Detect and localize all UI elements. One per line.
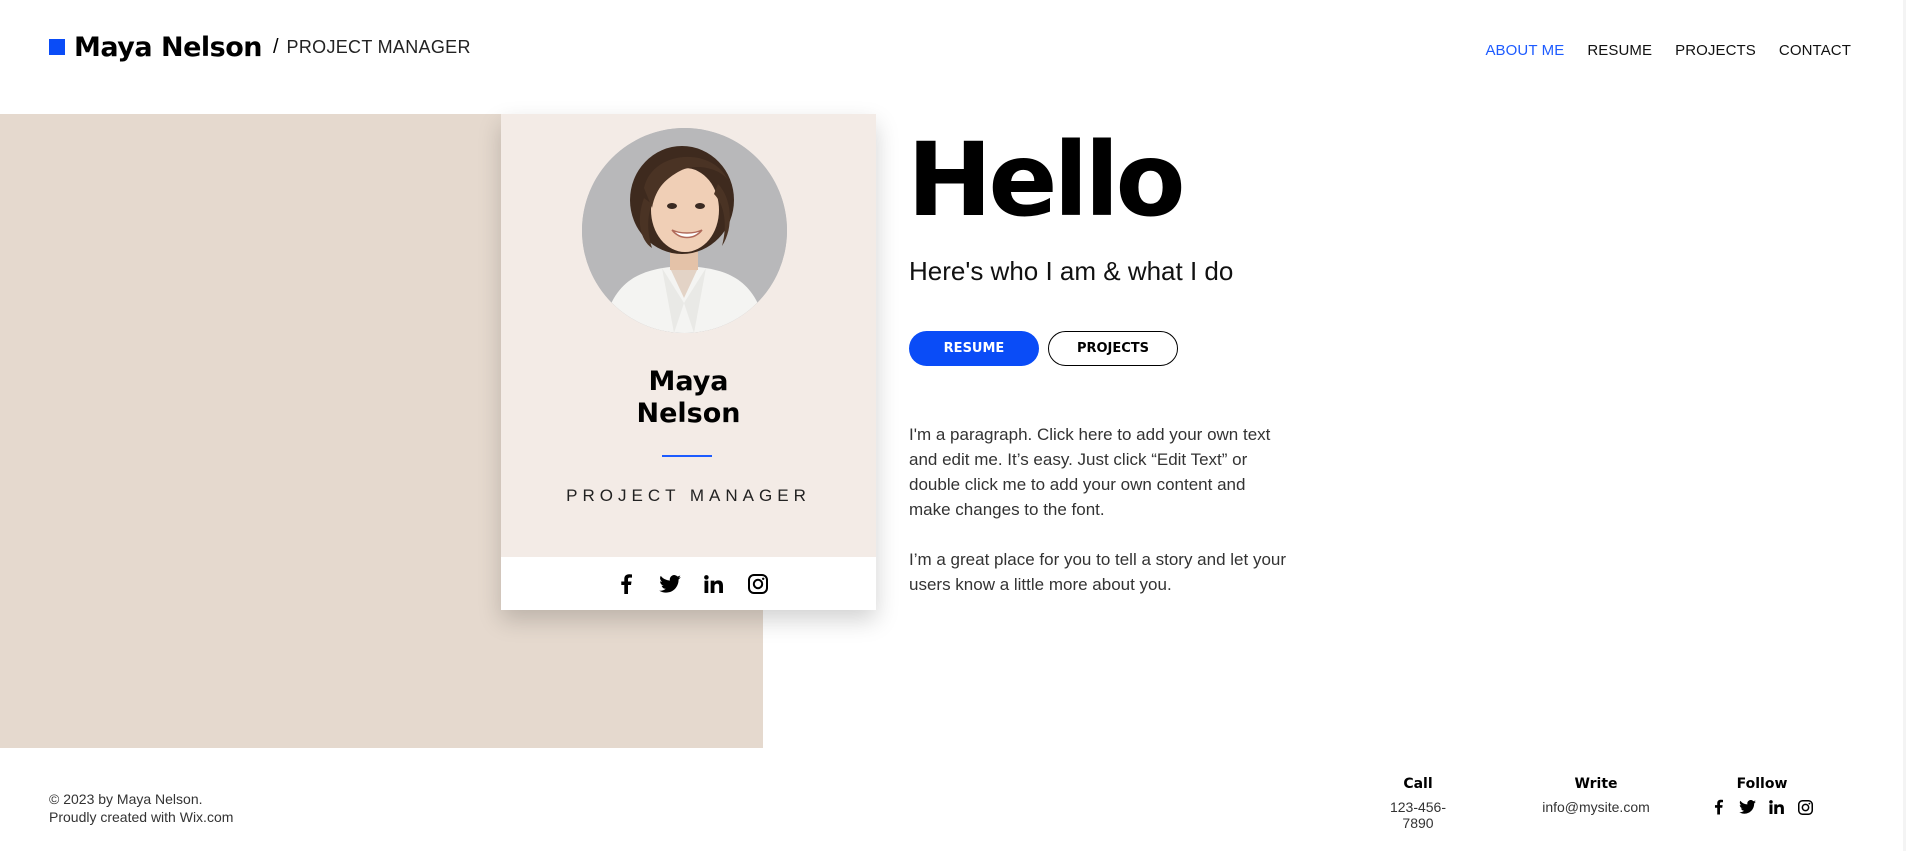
site-brand[interactable]: Maya Nelson / PROJECT MANAGER: [49, 32, 471, 63]
twitter-icon[interactable]: [1738, 797, 1758, 817]
hero-subtitle: Here's who I am & what I do: [909, 256, 1234, 286]
nav-item-about-me[interactable]: ABOUT ME: [1485, 42, 1564, 59]
profile-card: Maya Nelson PROJECT MANAGER: [501, 114, 876, 610]
brand-name[interactable]: Maya Nelson: [74, 32, 262, 63]
brand-role: PROJECT MANAGER: [286, 36, 471, 57]
instagram-icon[interactable]: [746, 572, 770, 596]
footer-copyright: © 2023 by Maya Nelson. Proudly created w…: [49, 790, 233, 826]
footer-follow: Follow: [1706, 776, 1818, 817]
footer-write-title: Write: [1574, 776, 1618, 792]
resume-button[interactable]: RESUME: [909, 331, 1039, 366]
footer-phone[interactable]: 123-456-7890: [1377, 799, 1459, 831]
copyright-line: © 2023 by Maya Nelson.: [49, 791, 203, 807]
card-social-bar: [501, 557, 876, 610]
hello-heading: Hello: [907, 121, 1186, 240]
card-name-last: Nelson: [636, 398, 741, 429]
card-name-first: Maya: [648, 366, 729, 397]
brand-separator: /: [272, 35, 279, 58]
card-role: PROJECT MANAGER: [566, 486, 811, 505]
footer-write: Write info@mysite.com: [1540, 776, 1652, 815]
facebook-icon[interactable]: [1709, 797, 1729, 817]
footer-call: Call 123-456-7890: [1377, 776, 1459, 831]
brand-square-logo: [49, 39, 65, 55]
card-divider: [662, 455, 712, 457]
footer-call-title: Call: [1403, 776, 1433, 792]
nav-item-contact[interactable]: CONTACT: [1779, 42, 1851, 59]
story-paragraph: I’m a great place for you to tell a stor…: [909, 550, 1287, 594]
footer-social-icons: [1706, 797, 1818, 817]
footer-email[interactable]: info@mysite.com: [1540, 799, 1652, 815]
instagram-icon[interactable]: [1796, 797, 1816, 817]
created-with-line: Proudly created with Wix.com: [49, 809, 234, 825]
projects-button[interactable]: PROJECTS: [1048, 331, 1178, 366]
profile-photo-avatar: [582, 128, 787, 333]
card-name: Maya Nelson: [501, 366, 876, 430]
nav-item-projects[interactable]: PROJECTS: [1675, 42, 1756, 59]
facebook-icon[interactable]: [614, 572, 638, 596]
footer-follow-title: Follow: [1736, 776, 1788, 792]
nav-item-resume[interactable]: RESUME: [1587, 42, 1652, 59]
linkedin-icon[interactable]: [702, 572, 726, 596]
linkedin-icon[interactable]: [1767, 797, 1787, 817]
intro-paragraph: I'm a paragraph. Click here to add your …: [909, 425, 1271, 519]
twitter-icon[interactable]: [658, 572, 682, 596]
main-nav: ABOUT ME RESUME PROJECTS CONTACT: [1485, 42, 1851, 59]
